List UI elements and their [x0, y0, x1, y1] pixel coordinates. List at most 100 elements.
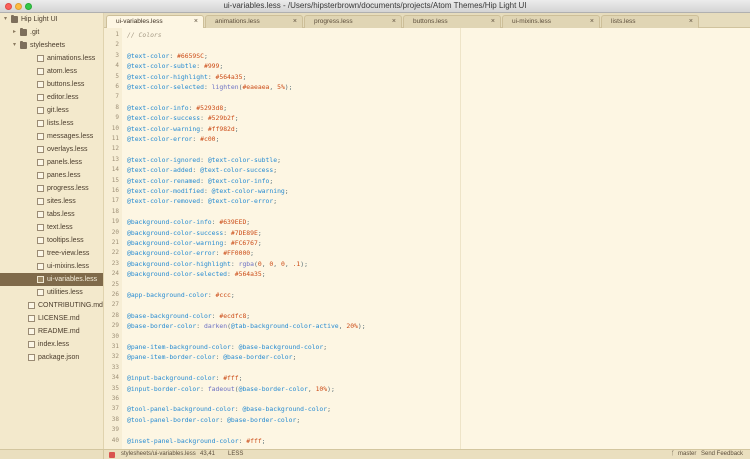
code-line[interactable]: @pane-item-border-color: @base-border-co… — [127, 353, 296, 361]
code-line[interactable]: @base-border-color: darken(@tab-backgrou… — [127, 322, 366, 330]
tree-file[interactable]: ui-mixins.less — [0, 260, 103, 273]
code-line[interactable]: @text-color-warning: #ff982d; — [127, 125, 239, 133]
tab[interactable]: animations.less × — [205, 15, 303, 28]
tab-label: ui-variables.less — [116, 18, 163, 25]
tree-file[interactable]: package.json — [0, 351, 103, 364]
chevron-right-icon[interactable]: ▸ — [13, 26, 19, 39]
code-line[interactable]: @pane-item-background-color: @base-backg… — [127, 343, 327, 351]
tree-file[interactable]: buttons.less — [0, 78, 103, 91]
code-token: #c00 — [200, 135, 216, 143]
code-line[interactable]: @text-color-success: #529b2f; — [127, 114, 239, 122]
code-token: : — [230, 343, 239, 351]
line-number: 12 — [111, 145, 119, 153]
tree-file[interactable]: tree-view.less — [0, 247, 103, 260]
close-icon[interactable]: × — [689, 16, 693, 28]
tree-item-label: atom.less — [47, 68, 77, 75]
tree-file[interactable]: tabs.less — [0, 208, 103, 221]
close-icon[interactable]: × — [590, 16, 594, 28]
code-line[interactable]: @background-color-selected: #564a35; — [127, 270, 266, 278]
tree-item-label: LICENSE.md — [38, 315, 80, 322]
tree-file[interactable]: panels.less — [0, 156, 103, 169]
code-line[interactable]: @tool-panel-border-color: @base-border-c… — [127, 416, 300, 424]
code-line[interactable]: @input-background-color: #fff; — [127, 374, 242, 382]
code-line[interactable]: @background-color-warning: #FC6767; — [127, 239, 262, 247]
tree-file[interactable]: lists.less — [0, 117, 103, 130]
tree-folder[interactable]: ▸ .git — [0, 26, 103, 39]
code-line[interactable]: @text-color-error: #c00; — [127, 135, 219, 143]
close-icon[interactable]: × — [392, 16, 396, 28]
send-feedback-link[interactable]: Send Feedback — [701, 451, 743, 457]
code-line[interactable]: @inset-panel-background-color: #fff; — [127, 437, 266, 445]
chevron-down-icon[interactable]: ▾ — [13, 39, 19, 52]
status-git-branch[interactable]: master — [678, 451, 696, 457]
status-grammar[interactable]: LESS — [228, 451, 243, 457]
code-token: @input-border-color — [127, 384, 201, 393]
tree-file[interactable]: CONTRIBUTING.md — [0, 299, 103, 312]
tree-file[interactable]: atom.less — [0, 65, 103, 78]
code-line[interactable]: @text-color-added: @text-color-success; — [127, 166, 277, 174]
tab[interactable]: progress.less × — [304, 15, 402, 28]
file-icon — [37, 94, 44, 101]
tree-file[interactable]: ui-variables.less — [0, 273, 103, 286]
code-line[interactable]: @base-background-color: #ecdfc8; — [127, 312, 250, 320]
tree-file[interactable]: sites.less — [0, 195, 103, 208]
tree-file[interactable]: git.less — [0, 104, 103, 117]
code-line[interactable]: @input-border-color: fadeout(@base-borde… — [127, 385, 335, 393]
tree-file[interactable]: progress.less — [0, 182, 103, 195]
code-line[interactable]: @text-color-removed: @text-color-error; — [127, 197, 277, 205]
code-line[interactable]: @background-color-error: #FF0000; — [127, 249, 254, 257]
code-line[interactable]: @tool-panel-background-color: @base-back… — [127, 405, 331, 413]
tree-item-label: package.json — [38, 354, 80, 361]
close-icon[interactable]: × — [491, 16, 495, 28]
tree-item-label: lists.less — [47, 120, 74, 127]
tree-file[interactable]: README.md — [0, 325, 103, 338]
tab[interactable]: ui-mixins.less × — [502, 15, 600, 28]
code-line[interactable]: @text-color-highlight: #564a35; — [127, 73, 246, 81]
close-icon[interactable]: × — [194, 16, 198, 28]
code-line[interactable]: @background-color-highlight: rgba(0, 0, … — [127, 260, 308, 268]
tree-file[interactable]: LICENSE.md — [0, 312, 103, 325]
tree-file[interactable]: text.less — [0, 221, 103, 234]
code-line[interactable]: @text-color-selected: lighten(#eaeaea, 5… — [127, 83, 293, 91]
close-icon[interactable]: × — [293, 16, 297, 28]
code-token: ; — [296, 415, 301, 424]
tree-file[interactable]: panes.less — [0, 169, 103, 182]
line-number: 28 — [111, 311, 119, 319]
chevron-down-icon[interactable]: ▾ — [4, 13, 10, 26]
tree-folder[interactable]: ▾ stylesheets — [0, 39, 103, 52]
code-line[interactable]: @background-color-success: #7DE89E; — [127, 229, 262, 237]
tree-file[interactable]: animations.less — [0, 52, 103, 65]
code-line[interactable]: @text-color-info: #5293d8; — [127, 104, 227, 112]
code-token: : — [223, 228, 231, 237]
tree-file[interactable]: overlays.less — [0, 143, 103, 156]
tree-file[interactable]: index.less — [0, 338, 103, 351]
code-line[interactable]: @text-color-modified: @text-color-warnin… — [127, 187, 289, 195]
status-cursor-position[interactable]: 43,41 — [200, 451, 215, 457]
tree-folder[interactable]: ▾ Hip Light UI — [0, 13, 103, 26]
tree-item-label: panels.less — [47, 159, 83, 166]
tab[interactable]: lists.less × — [601, 15, 699, 28]
git-branch-icon: ᚴ — [671, 451, 675, 457]
code-token: rgba — [238, 259, 254, 268]
tree-item-label: ui-variables.less — [47, 276, 98, 283]
tree-file[interactable]: messages.less — [0, 130, 103, 143]
tree-file[interactable]: editor.less — [0, 91, 103, 104]
tree-item-label: panes.less — [47, 172, 81, 179]
code-line[interactable]: @background-color-info: #639EED; — [127, 218, 250, 226]
text-editor[interactable]: 1 2 3 4 5 6 7 8 9 10 11 12 13 14 15 16 17 18 19 20 21 22 23 24 2… — [104, 28, 750, 449]
tree-file[interactable]: utilities.less — [0, 286, 103, 299]
status-file-path[interactable]: stylesheets/ui-variables.less — [121, 451, 196, 457]
code-line[interactable]: // Colors — [127, 31, 162, 39]
code-line[interactable]: @app-background-color: #ccc; — [127, 291, 235, 299]
code-line[interactable]: @text-color-subtle: #999; — [127, 62, 223, 70]
tree-file[interactable]: tooltips.less — [0, 234, 103, 247]
code-line[interactable]: @text-color: #6659SC; — [127, 52, 208, 60]
line-number: 24 — [111, 270, 119, 278]
tab[interactable]: buttons.less × — [403, 15, 501, 28]
code-line[interactable]: @text-color-renamed: @text-color-info; — [127, 177, 273, 185]
code-line[interactable]: @text-color-ignored: @text-color-subtle; — [127, 156, 281, 164]
code-token: ; — [269, 176, 274, 185]
tab[interactable]: ui-variables.less × — [106, 15, 204, 29]
line-number: 3 — [115, 51, 119, 59]
code-token: @background-color-selected — [127, 270, 228, 279]
